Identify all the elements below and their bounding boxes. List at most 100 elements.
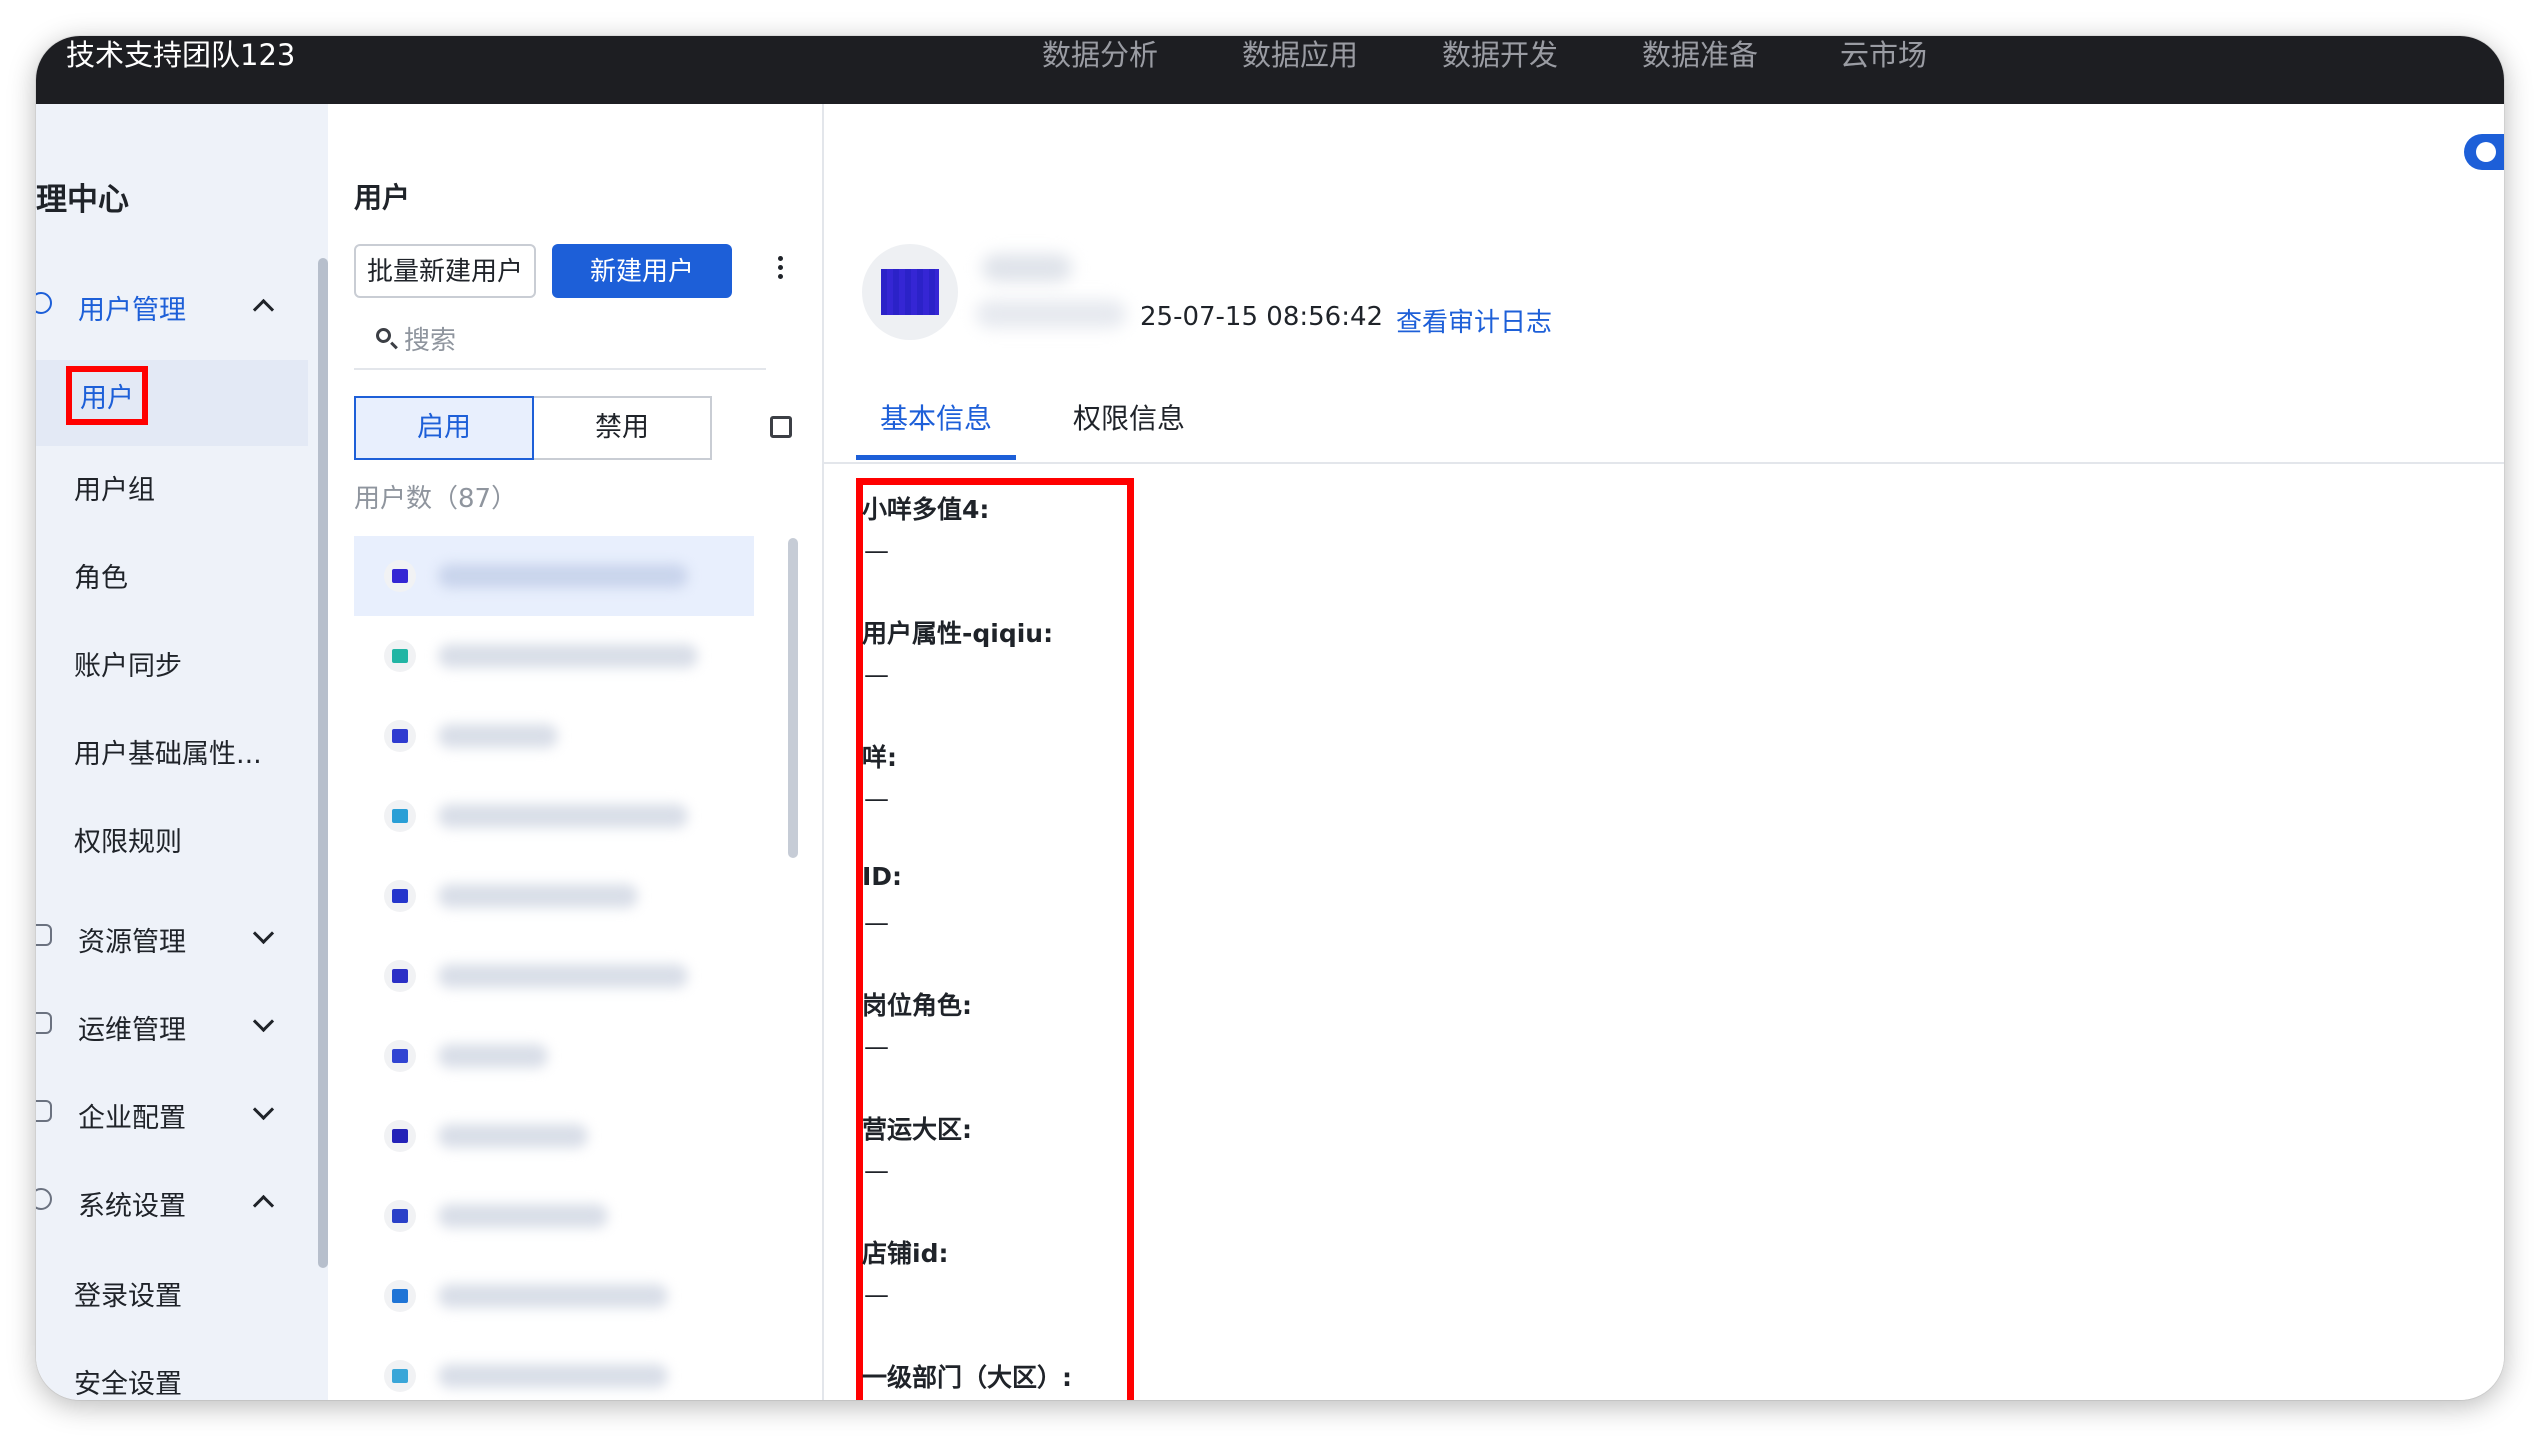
user-list-item[interactable] [354, 1256, 754, 1336]
search-input[interactable] [402, 320, 746, 362]
field-label: 一级部门（大区）: [862, 1363, 1072, 1392]
tab-enabled-users[interactable]: 启用 [354, 396, 534, 460]
user-list-item[interactable] [354, 1336, 754, 1400]
menu-group-label: 资源管理 [78, 927, 186, 958]
nav-data-preparation[interactable]: 数据准备 [1642, 36, 1758, 80]
menu-group-ops-management[interactable]: 运维管理 [36, 1004, 286, 1048]
field-label: ID: [862, 862, 903, 891]
blurred-user-name [438, 1284, 668, 1308]
more-options-icon[interactable] [778, 256, 784, 282]
avatar [384, 1360, 416, 1392]
field-value: — [864, 660, 889, 689]
sidebar-item-login-settings[interactable]: 登录设置 [74, 1274, 182, 1313]
sidebar-item-users[interactable]: 用户 [66, 366, 148, 425]
last-login-time: 25-07-15 08:56:42 [1140, 302, 1384, 332]
user-list-item[interactable] [354, 616, 754, 696]
sidebar-item-account-sync[interactable]: 账户同步 [74, 644, 182, 683]
avatar [384, 560, 416, 592]
user-list-scrollbar[interactable] [788, 538, 798, 858]
blurred-user-name [982, 254, 1072, 282]
avatar [384, 1040, 416, 1072]
nav-cloud-market[interactable]: 云市场 [1840, 36, 1927, 80]
field-value: — [864, 784, 889, 813]
blurred-user-name [438, 964, 688, 988]
menu-group-user-management[interactable]: 用户管理 [36, 284, 286, 328]
field-value: — [864, 1156, 889, 1185]
user-list-item[interactable] [354, 536, 754, 616]
view-audit-log-link[interactable]: 查看审计日志 [1396, 302, 1552, 339]
chevron-down-icon [252, 1098, 275, 1121]
user-list-item[interactable] [354, 1176, 754, 1256]
sidebar-item-user-groups[interactable]: 用户组 [74, 468, 155, 507]
status-toggle[interactable] [2464, 134, 2504, 170]
avatar [384, 960, 416, 992]
org-name[interactable]: 技术支持团队123 [66, 36, 295, 80]
avatar [384, 880, 416, 912]
field-label: 店铺id: [862, 1239, 949, 1268]
user-list-item[interactable] [354, 856, 754, 936]
menu-group-resource-management[interactable]: 资源管理 [36, 916, 286, 960]
panel-title: 用户 [354, 181, 411, 214]
blurred-user-name [438, 1124, 588, 1148]
sidebar-title: 理中心 [36, 182, 129, 218]
chevron-up-icon [252, 298, 275, 321]
nav-data-development[interactable]: 数据开发 [1442, 36, 1558, 80]
sidebar-item-permission-rules[interactable]: 权限规则 [74, 820, 182, 859]
field-label: 用户属性-qiqiu: [862, 619, 1054, 648]
gear-icon [36, 1188, 52, 1210]
user-list-item[interactable] [354, 696, 754, 776]
menu-group-label: 企业配置 [78, 1103, 186, 1134]
tab-disabled-users[interactable]: 禁用 [534, 396, 712, 460]
avatar [384, 1280, 416, 1312]
user-list-item[interactable] [354, 776, 754, 856]
detail-tabs: 基本信息 权限信息 [824, 394, 2504, 464]
blurred-user-name [438, 724, 558, 748]
menu-group-system-settings[interactable]: 系统设置 [36, 1180, 286, 1224]
chevron-down-icon [252, 1010, 275, 1033]
avatar [384, 1200, 416, 1232]
monitor-icon [36, 1012, 52, 1034]
user-list-item[interactable] [354, 936, 754, 1016]
top-nav-bar: 技术支持团队123 数据分析 数据应用 数据开发 数据准备 云市场 [36, 36, 2504, 104]
chevron-down-icon [252, 922, 275, 945]
field-label: 营运大区: [862, 1115, 972, 1144]
nodes-icon [36, 924, 52, 946]
avatar [384, 720, 416, 752]
tab-permission-info[interactable]: 权限信息 [1054, 394, 1204, 460]
user-list [354, 536, 794, 1400]
field-label: 咩: [862, 743, 897, 772]
create-user-button[interactable]: 新建用户 [552, 244, 732, 298]
blurred-user-name [438, 644, 698, 668]
user-list-item[interactable] [354, 1016, 754, 1096]
nav-data-analysis[interactable]: 数据分析 [1042, 36, 1158, 80]
app-window: 技术支持团队123 数据分析 数据应用 数据开发 数据准备 云市场 理中心 用户… [36, 36, 2504, 1400]
filter-icon[interactable] [770, 416, 792, 438]
user-list-item[interactable] [354, 1096, 754, 1176]
field-label: 岗位角色: [862, 991, 972, 1020]
menu-group-enterprise-config[interactable]: 企业配置 [36, 1092, 286, 1136]
batch-create-users-button[interactable]: 批量新建用户 [354, 244, 536, 298]
sidebar-item-user-attributes[interactable]: 用户基础属性... [74, 732, 262, 771]
sidebar-item-roles[interactable]: 角色 [74, 556, 128, 595]
blurred-user-name [438, 884, 638, 908]
field-value: — [864, 1032, 889, 1061]
blurred-user-name [438, 1044, 548, 1068]
blurred-user-name [438, 1204, 608, 1228]
search-icon [376, 328, 391, 343]
user-list-panel: 用户 批量新建用户 新建用户 启用 禁用 用户数（87） [330, 104, 824, 1400]
user-detail-panel: 25-07-15 08:56:42 查看审计日志 基本信息 权限信息 小咩多值4… [824, 104, 2504, 1400]
chevron-up-icon [252, 1194, 275, 1217]
avatar [862, 244, 958, 340]
sidebar: 理中心 用户管理 用户 用户组 角色 账户同步 用户基础属性... 权限规则 资… [36, 104, 328, 1400]
building-icon [36, 1100, 52, 1122]
user-count: 用户数（87） [354, 484, 518, 514]
nav-data-application[interactable]: 数据应用 [1242, 36, 1358, 80]
sidebar-item-security-settings[interactable]: 安全设置 [74, 1362, 182, 1400]
avatar [384, 1120, 416, 1152]
sidebar-scrollbar[interactable] [318, 258, 328, 1268]
blurred-user-name [438, 564, 688, 588]
avatar [384, 800, 416, 832]
tab-basic-info[interactable]: 基本信息 [856, 394, 1016, 460]
field-value: — [864, 536, 889, 565]
menu-group-label: 系统设置 [78, 1191, 186, 1222]
